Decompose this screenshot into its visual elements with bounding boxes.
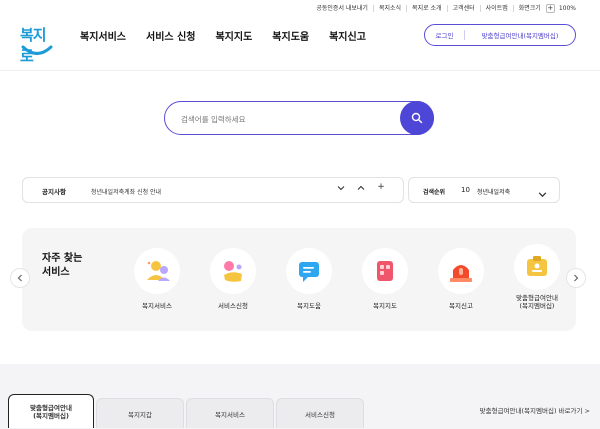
search-icon <box>411 112 423 124</box>
map-icon <box>362 248 408 294</box>
bottom-section: 맞춤형급여안내 (복지멤버십) 복지지갑 복지서비스 서비스신청 맞춤형급여안내… <box>0 364 600 429</box>
chevron-down-icon <box>538 192 547 198</box>
tab-welfare-service[interactable]: 복지서비스 <box>186 398 274 428</box>
notice-prev-icon[interactable] <box>355 184 367 195</box>
nav-welfare-map[interactable]: 복지지도 <box>215 28 252 43</box>
search-ranking: 검색순위 10 청년내일저축 <box>408 177 560 203</box>
notice-more-button[interactable]: + <box>375 182 387 192</box>
service-label: 복지지도 <box>373 302 397 310</box>
service-label: 복지신고 <box>449 302 473 310</box>
main-nav: 복지서비스 서비스 신청 복지지도 복지도움 복지신고 <box>80 28 386 43</box>
people-icon <box>134 248 180 294</box>
service-welfare[interactable]: 복지서비스 <box>127 248 187 310</box>
notice-bar: 공지사항 청년내일저축계좌 신청 안내 + <box>22 177 404 203</box>
nav-welfare-service[interactable]: 복지서비스 <box>80 28 126 43</box>
frequent-services-panel: 자주 찾는 서비스 복지서비스 서비스신청 복지도움 복지지도 복지신고 맞춤형… <box>22 228 576 331</box>
hand-icon <box>210 248 256 294</box>
util-cert-export[interactable]: 공동인증서 내보내기 <box>311 4 374 12</box>
ranking-keyword[interactable]: 청년내일저축 <box>477 187 510 196</box>
tab-membership[interactable]: 맞춤형급여안내 (복지멤버십) <box>8 394 94 428</box>
chat-icon <box>286 248 332 294</box>
notice-text[interactable]: 청년내일저축계좌 신청 안내 <box>91 187 161 196</box>
title-line-1: 자주 찾는 <box>42 253 83 264</box>
service-report[interactable]: 복지신고 <box>431 248 491 310</box>
site-logo[interactable]: 복지로 <box>18 22 58 65</box>
search-input[interactable] <box>181 111 381 127</box>
carousel-prev-button[interactable] <box>10 268 30 288</box>
zoom-value: 100% <box>558 4 576 12</box>
header-divider <box>0 70 600 71</box>
service-label: 복지도움 <box>297 302 321 310</box>
header-buttons: 로그인 맞춤형급여안내(복지멤버십) <box>424 24 576 46</box>
chevron-left-icon <box>17 274 22 282</box>
util-customer-center[interactable]: 고객센터 <box>448 4 481 12</box>
login-button[interactable]: 로그인 <box>425 30 465 40</box>
membership-guide-button[interactable]: 맞춤형급여안내(복지멤버십) <box>465 30 575 40</box>
tab-service-apply[interactable]: 서비스신청 <box>276 398 364 428</box>
id-card-icon <box>514 244 560 290</box>
service-membership[interactable]: 맞춤형급여안내 (복지멤버십) <box>507 244 567 310</box>
service-help[interactable]: 복지도움 <box>279 248 339 310</box>
service-label: 서비스신청 <box>218 302 248 310</box>
search-button[interactable] <box>400 101 434 135</box>
nav-welfare-help[interactable]: 복지도움 <box>272 28 309 43</box>
zoom-in-button[interactable]: + <box>545 3 555 13</box>
notice-next-icon[interactable] <box>335 184 347 195</box>
siren-icon <box>438 248 484 294</box>
ranking-number: 10 <box>461 186 470 194</box>
service-apply[interactable]: 서비스신청 <box>203 248 263 310</box>
tab-wallet[interactable]: 복지지갑 <box>96 398 184 428</box>
chevron-right-icon <box>574 274 579 282</box>
utility-bar: 공동인증서 내보내기 복지소식 복지로 소개 고객센터 사이트맵 화면크기 + … <box>311 2 576 14</box>
logo-smile-icon <box>21 45 53 55</box>
service-map[interactable]: 복지지도 <box>355 248 415 310</box>
util-sitemap[interactable]: 사이트맵 <box>481 4 514 12</box>
frequent-services-title: 자주 찾는 서비스 <box>42 252 102 280</box>
ranking-expand-button[interactable] <box>538 184 547 203</box>
title-line-2: 서비스 <box>42 267 70 278</box>
bottom-tabs: 맞춤형급여안내 (복지멤버십) 복지지갑 복지서비스 서비스신청 <box>8 394 366 428</box>
chevron-down-icon <box>337 186 345 191</box>
service-label: 복지서비스 <box>142 302 172 310</box>
nav-welfare-report[interactable]: 복지신고 <box>329 28 366 43</box>
nav-service-apply[interactable]: 서비스 신청 <box>146 28 195 43</box>
search-box <box>164 101 434 135</box>
notice-label: 공지사항 <box>42 188 66 196</box>
page: 공동인증서 내보내기 복지소식 복지로 소개 고객센터 사이트맵 화면크기 + … <box>0 0 600 429</box>
membership-shortcut-link[interactable]: 맞춤형급여안내(복지멤버십) 바로가기 > <box>480 405 590 415</box>
carousel-next-button[interactable] <box>566 268 586 288</box>
ranking-label: 검색순위 <box>423 189 446 196</box>
util-news[interactable]: 복지소식 <box>374 4 408 12</box>
util-about[interactable]: 복지로 소개 <box>407 4 448 12</box>
chevron-up-icon <box>357 185 365 190</box>
util-screen-size-label: 화면크기 <box>518 4 541 12</box>
service-label: 맞춤형급여안내 (복지멤버십) <box>516 294 558 310</box>
